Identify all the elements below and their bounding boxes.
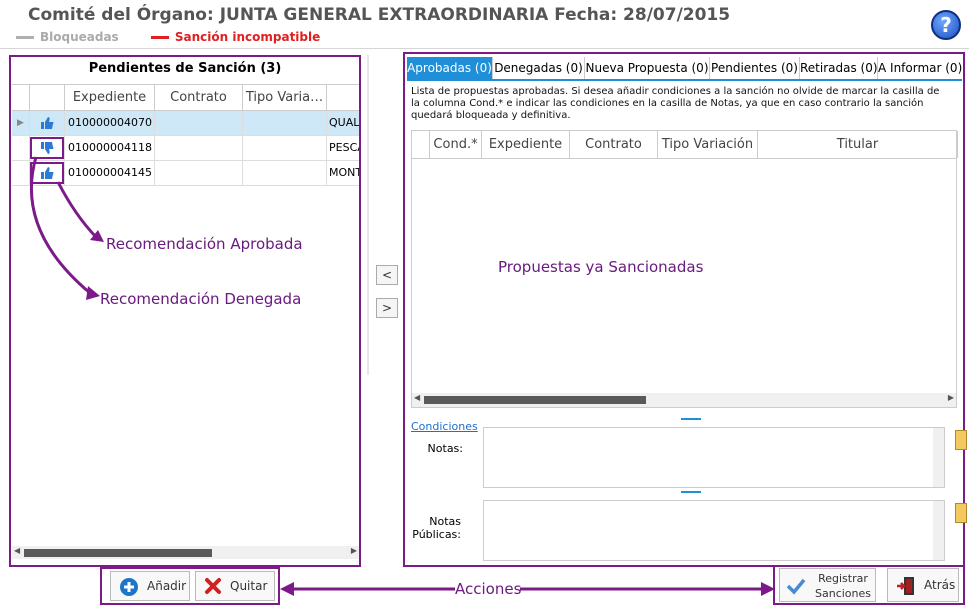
col-titular[interactable]: Titular [758, 131, 958, 158]
remove-button[interactable]: Quitar [195, 571, 275, 601]
add-button[interactable]: Añadir [110, 571, 190, 601]
notas-field[interactable] [483, 427, 945, 488]
move-right-button[interactable]: > [376, 298, 398, 318]
callout-denied: Recomendación Denegada [100, 290, 302, 308]
callout-sanctioned: Propuestas ya Sancionadas [498, 258, 704, 276]
sanctioned-panel: Aprobadas (0) Denegadas (0) Nueva Propue… [403, 52, 967, 567]
col-tipo-variacion[interactable]: Tipo Variación [658, 131, 758, 158]
tab-a-informar[interactable]: A Informar (0) [878, 57, 962, 79]
splitter[interactable] [367, 55, 369, 375]
info-text: Lista de propuestas aprobadas. Si desea … [411, 86, 940, 121]
close-icon [205, 578, 221, 594]
row-header-col [412, 131, 430, 158]
edit-icon[interactable] [955, 430, 967, 450]
approved-grid-header: Cond.* Expediente Contrato Tipo Variació… [412, 131, 958, 159]
tab-denegadas[interactable]: Denegadas (0) [493, 57, 585, 79]
tab-nueva-propuesta[interactable]: Nueva Propuesta (0) [585, 57, 710, 79]
tab-retiradas[interactable]: Retiradas (0) [800, 57, 878, 79]
notas-publicas-label: Notas Públicas: [412, 515, 461, 541]
splitter-handle[interactable] [681, 491, 701, 493]
check-icon [786, 578, 806, 595]
notas-publicas-field[interactable] [483, 500, 945, 561]
splitter-handle[interactable] [681, 418, 701, 420]
register-sanctions-button[interactable]: Registrar Sanciones [779, 568, 876, 602]
condiciones-link[interactable]: Condiciones [411, 420, 478, 433]
exit-door-icon [897, 577, 914, 595]
tab-pendientes[interactable]: Pendientes (0) [710, 57, 800, 79]
move-left-button[interactable]: < [376, 265, 398, 285]
col-expediente[interactable]: Expediente [482, 131, 570, 158]
callout-actions: Acciones [455, 580, 522, 598]
plus-icon [120, 578, 138, 596]
horizontal-scrollbar[interactable]: ◀ ▶ [412, 393, 956, 407]
tab-aprobadas[interactable]: Aprobadas (0) [407, 57, 493, 79]
notas-label: Notas: [427, 442, 463, 455]
edit-icon[interactable] [955, 503, 967, 523]
tab-strip: Aprobadas (0) Denegadas (0) Nueva Propue… [407, 57, 962, 81]
back-button[interactable]: Atrás [887, 568, 959, 602]
col-cond[interactable]: Cond.* [430, 131, 482, 158]
callout-approved: Recomendación Aprobada [106, 235, 303, 253]
col-contrato[interactable]: Contrato [570, 131, 658, 158]
